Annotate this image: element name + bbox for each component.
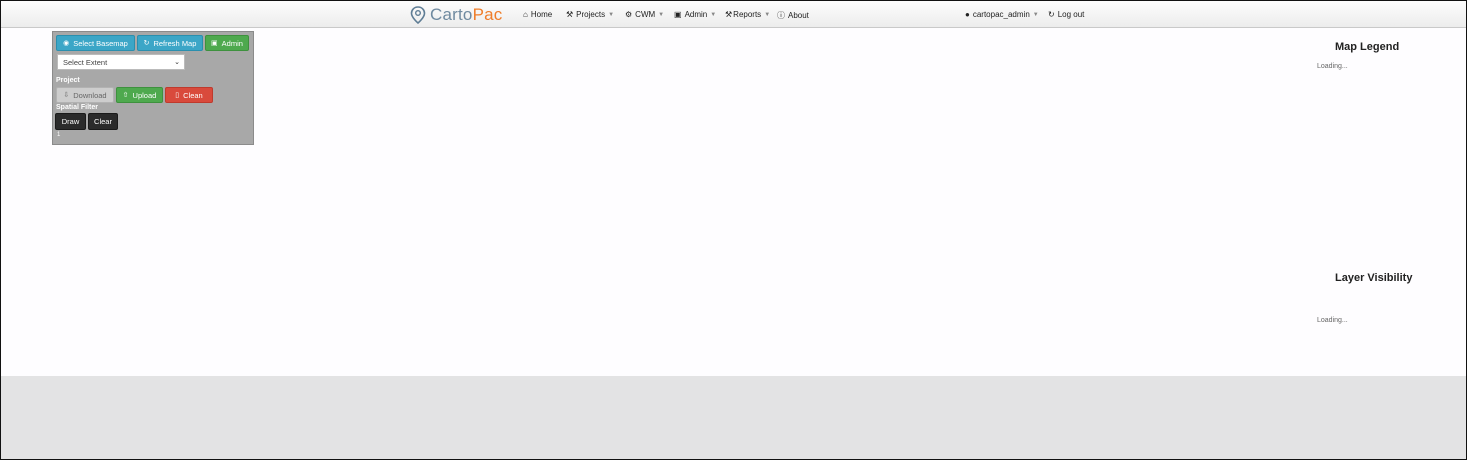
refresh-icon: ↻ bbox=[1048, 10, 1055, 19]
chevron-down-icon: ▼ bbox=[764, 11, 771, 18]
panel-footnote: 1 bbox=[57, 132, 61, 138]
briefcase-icon: ▣ bbox=[211, 40, 218, 47]
download-icon: ⇩ bbox=[63, 92, 70, 99]
globe-icon: ◉ bbox=[63, 40, 70, 47]
chevron-down-icon: ▼ bbox=[608, 11, 615, 18]
nav-admin-label: Admin bbox=[684, 10, 708, 19]
clear-button[interactable]: Clear bbox=[88, 113, 118, 130]
draw-label: Draw bbox=[61, 117, 80, 126]
upload-label: Upload bbox=[132, 90, 157, 100]
map-tools-panel: ◉ Select Basemap ↻ Refresh Map ▣ Admin S… bbox=[52, 31, 254, 145]
select-basemap-button[interactable]: ◉ Select Basemap bbox=[56, 35, 135, 51]
nav-projects-label: Projects bbox=[576, 10, 606, 19]
nav-projects[interactable]: ⚒ Projects ▼ bbox=[566, 10, 614, 19]
download-label: Download bbox=[73, 90, 107, 100]
nav-logout-label: Log out bbox=[1057, 10, 1085, 19]
nav-cwm-label: CWM bbox=[635, 10, 656, 19]
brand-name-part2: Pac bbox=[472, 5, 503, 24]
layer-visibility-loading: Loading... bbox=[1317, 317, 1348, 324]
map-pin-icon bbox=[410, 6, 426, 24]
app-window: CartoPac ⌂ Home ⚒ Projects ▼ ⚙ CWM ▼ ▣ A… bbox=[0, 0, 1467, 460]
admin-label: Admin bbox=[221, 38, 243, 48]
nav-cwm[interactable]: ⚙ CWM ▼ bbox=[625, 10, 664, 19]
layer-visibility-title: Layer Visibility bbox=[1335, 272, 1413, 284]
top-navbar: CartoPac ⌂ Home ⚒ Projects ▼ ⚙ CWM ▼ ▣ A… bbox=[1, 1, 1466, 28]
brand-name-part1: Carto bbox=[430, 5, 473, 24]
wrench-icon: ⚒ bbox=[566, 10, 574, 19]
chevron-down-icon: ⌄ bbox=[174, 59, 180, 66]
chevron-down-icon: ▼ bbox=[710, 11, 717, 18]
upload-button[interactable]: ⇧ Upload bbox=[116, 87, 163, 103]
map-legend-title: Map Legend bbox=[1335, 41, 1400, 53]
info-circle-icon: ⓘ bbox=[777, 11, 785, 20]
select-basemap-label: Select Basemap bbox=[73, 38, 128, 48]
nav-home-label: Home bbox=[530, 10, 553, 19]
nav-reports[interactable]: ⚒ Reports ▼ bbox=[725, 10, 770, 19]
refresh-map-button[interactable]: ↻ Refresh Map bbox=[137, 35, 203, 51]
refresh-map-label: Refresh Map bbox=[153, 38, 197, 48]
nav-user-menu[interactable]: ● cartopac_admin ▼ bbox=[965, 10, 1039, 19]
chevron-down-icon: ▼ bbox=[1032, 11, 1039, 18]
wrench-icon: ⚒ bbox=[725, 10, 733, 19]
download-button[interactable]: ⇩ Download bbox=[56, 87, 114, 103]
refresh-icon: ↻ bbox=[143, 40, 150, 47]
admin-button[interactable]: ▣ Admin bbox=[205, 35, 249, 51]
map-legend-loading: Loading... bbox=[1317, 63, 1348, 70]
home-icon: ⌂ bbox=[523, 10, 528, 19]
nav-reports-label: Reports bbox=[733, 10, 762, 19]
nav-about-label: About bbox=[788, 11, 809, 20]
project-label: Project bbox=[56, 77, 80, 84]
draw-button[interactable]: Draw bbox=[55, 113, 86, 130]
clean-label: Clean bbox=[183, 90, 203, 100]
upload-icon: ⇧ bbox=[122, 92, 129, 99]
user-icon: ● bbox=[965, 10, 970, 19]
nav-home[interactable]: ⌂ Home bbox=[523, 10, 552, 19]
chevron-down-icon: ▼ bbox=[658, 11, 665, 18]
brand-name: CartoPac bbox=[430, 5, 502, 25]
briefcase-icon: ▣ bbox=[674, 10, 682, 19]
nav-admin[interactable]: ▣ Admin ▼ bbox=[674, 10, 716, 19]
select-extent-value: Select Extent bbox=[63, 57, 108, 67]
nav-logout[interactable]: ↻ Log out bbox=[1048, 10, 1084, 19]
brand-logo[interactable]: CartoPac bbox=[410, 5, 502, 25]
nav-user-label: cartopac_admin bbox=[972, 10, 1030, 19]
gear-icon: ⚙ bbox=[625, 10, 633, 19]
clean-button[interactable]: ▯ Clean bbox=[165, 87, 213, 103]
select-extent-dropdown[interactable]: Select Extent ⌄ bbox=[57, 54, 185, 70]
clear-label: Clear bbox=[94, 117, 112, 126]
nav-about[interactable]: ⓘ About bbox=[777, 10, 809, 21]
spatial-filter-label: Spatial Filter bbox=[56, 104, 99, 111]
trash-icon: ▯ bbox=[175, 92, 180, 99]
